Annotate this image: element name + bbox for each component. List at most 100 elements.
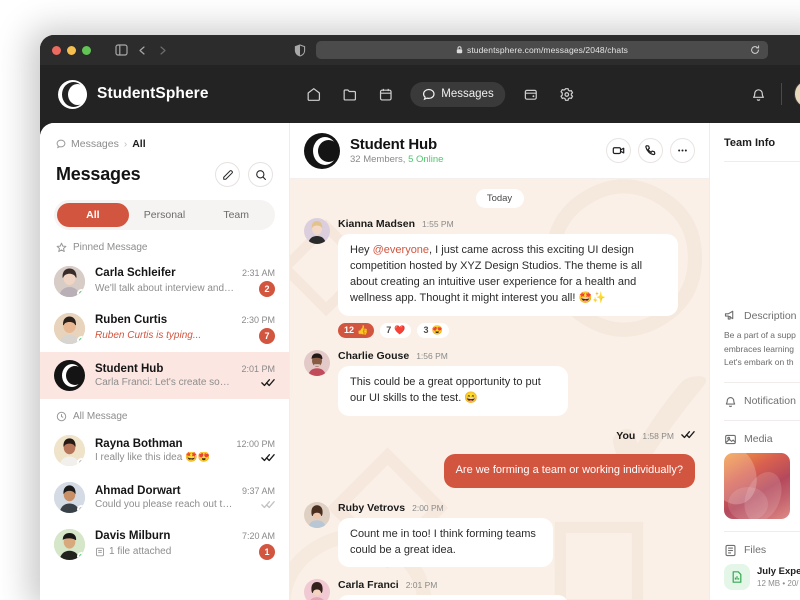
timestamp: 7:20 AM (241, 530, 275, 541)
breadcrumb-root[interactable]: Messages (71, 138, 119, 150)
tab-all[interactable]: All (57, 203, 129, 227)
message-bubble: Are we forming a team or working individ… (443, 453, 695, 488)
avatar (54, 482, 85, 513)
media-thumbnail[interactable] (724, 452, 790, 519)
reaction-heart[interactable]: 7 ❤️ (380, 322, 412, 338)
reaction-thumbsup[interactable]: 12 👍 (338, 322, 375, 338)
brand[interactable]: StudentSphere (58, 79, 209, 109)
mention-everyone[interactable]: @everyone (373, 244, 429, 256)
conversation-row-ahmad-dorwart[interactable]: Ahmad Dorwart 9:37 AM Could you please r… (40, 474, 289, 521)
url-text: studentsphere.com/messages/2048/chats (466, 45, 629, 55)
chat-avatar-icon (304, 132, 340, 169)
conversation-row-rayna-bothman[interactable]: Rayna Bothman 12:00 PM I really like thi… (40, 427, 289, 474)
heart-icon: ❤️ (394, 324, 406, 335)
typing-indicator: Ruben Curtis is typing... (95, 330, 202, 341)
message-time: 1:56 PM (416, 350, 448, 361)
conversation-row-carla-schleifer[interactable]: Carla Schleifer 2:31 AM We'll talk about… (40, 258, 289, 305)
message-time: 1:55 PM (422, 219, 454, 229)
conversation-row-student-hub[interactable]: Student Hub 2:01 PM Carla Franci: Let's … (40, 352, 289, 399)
search-icon[interactable] (248, 162, 273, 187)
user-avatar[interactable] (794, 80, 800, 108)
reaction-heart-eyes[interactable]: 3 😍 (417, 322, 449, 338)
document-icon (724, 563, 750, 590)
timestamp: 2:31 AM (241, 267, 275, 278)
back-arrow-icon[interactable] (137, 45, 148, 56)
message-time: 1:58 PM (642, 430, 674, 441)
avatar (54, 529, 85, 560)
minimize-window-button[interactable] (67, 45, 76, 55)
maximize-window-button[interactable] (82, 45, 91, 55)
phone-call-icon[interactable] (638, 138, 663, 163)
message-time: 2:00 PM (412, 502, 444, 513)
bell-icon (724, 395, 737, 408)
more-options-icon[interactable] (670, 138, 695, 163)
chat-subtitle: 32 Members, 5 Online (350, 154, 443, 165)
video-call-icon[interactable] (606, 138, 631, 163)
page-title: Messages (56, 164, 141, 184)
chat-message-list[interactable]: ◇ ◯ ✓ ◇ ◻ ◯ Today (290, 179, 709, 600)
nav-center-group: Messages (302, 81, 578, 107)
conversation-row-davis-milburn[interactable]: Davis Milburn 7:20 AM 1 file attached 1 (40, 521, 289, 568)
message-filter-tabs: All Personal Team (54, 200, 275, 230)
file-item[interactable]: July Experi 12 MB • 20/ (724, 563, 800, 590)
app-panels: Messages › All Messages All Personal Tea… (40, 123, 800, 600)
group-header-pinned: Pinned Message (40, 230, 289, 258)
reload-icon[interactable] (750, 45, 760, 55)
avatar (54, 313, 85, 344)
file-info: July Experi 12 MB • 20/ (757, 566, 800, 588)
screenshot-root: studentsphere.com/messages/2048/chats St… (0, 0, 800, 600)
nav-home-icon[interactable] (302, 83, 324, 105)
avatar (304, 349, 330, 376)
read-receipt-icon (261, 453, 275, 462)
lock-icon (456, 46, 463, 54)
row-content: Rayna Bothman 12:00 PM I really like thi… (95, 438, 275, 463)
sidebar-header: Messages (40, 150, 289, 187)
forward-arrow-icon[interactable] (157, 45, 168, 56)
close-window-button[interactable] (52, 45, 61, 55)
tab-personal[interactable]: Personal (129, 203, 201, 227)
browser-chrome-bar: studentsphere.com/messages/2048/chats (40, 35, 800, 65)
contact-name: Ruben Curtis (95, 313, 168, 326)
timestamp: 2:30 PM (241, 314, 275, 325)
nav-calendar-icon[interactable] (374, 83, 396, 105)
divider (724, 419, 800, 421)
sidebar-toggle-icon[interactable] (115, 44, 128, 56)
divider (724, 530, 800, 532)
group-label-pinned: Pinned Message (73, 242, 148, 253)
message-bubble: Count me in too! I think forming teams c… (338, 517, 553, 568)
reaction-count: 12 (344, 325, 355, 336)
chat-header-actions (606, 138, 695, 163)
tab-team[interactable]: Team (200, 203, 272, 227)
contact-name: Carla Schleifer (95, 266, 176, 279)
row-content: Davis Milburn 7:20 AM 1 file attached 1 (95, 530, 275, 560)
team-info-title: Team Info (724, 137, 776, 149)
group-label-all: All Message (73, 411, 128, 422)
compose-icon[interactable] (215, 162, 240, 187)
chat-message: Kianna Madsen 1:55 PM Hey @everyone, I j… (304, 218, 695, 338)
nav-folder-icon[interactable] (338, 83, 360, 105)
breadcrumb: Messages › All (40, 123, 289, 150)
nav-gear-icon[interactable] (556, 83, 578, 105)
nav-messages-tab[interactable]: Messages (410, 81, 506, 107)
timestamp: 2:01 PM (241, 364, 275, 374)
message-author: Charlie Gouse (338, 349, 410, 362)
shield-icon[interactable] (294, 43, 306, 57)
thumbsup-icon: 👍 (357, 324, 369, 335)
media-section-header: Media (724, 433, 800, 446)
chat-message: Carla Franci 2:01 PM (304, 579, 695, 600)
divider (724, 381, 800, 383)
nav-wallet-icon[interactable] (520, 83, 542, 105)
notification-section-header[interactable]: Notification (724, 395, 800, 408)
contact-name: Rayna Bothman (95, 438, 183, 450)
message-time: 2:01 PM (405, 580, 438, 591)
group-header-all: All Message (40, 399, 289, 427)
student-hub-logo-icon (54, 360, 85, 391)
presence-indicator (77, 458, 85, 466)
notification-label: Notification (744, 395, 796, 408)
address-bar[interactable]: studentsphere.com/messages/2048/chats (316, 41, 768, 59)
bell-icon[interactable] (747, 83, 769, 105)
window-controls[interactable] (52, 45, 91, 55)
file-meta: 12 MB • 20/ (757, 578, 799, 588)
conversation-row-ruben-curtis[interactable]: Ruben Curtis 2:30 PM Ruben Curtis is typ… (40, 305, 289, 352)
chat-panel: Student Hub 32 Members, 5 Online ◇ ✓ ◇ ◻… (290, 123, 710, 600)
